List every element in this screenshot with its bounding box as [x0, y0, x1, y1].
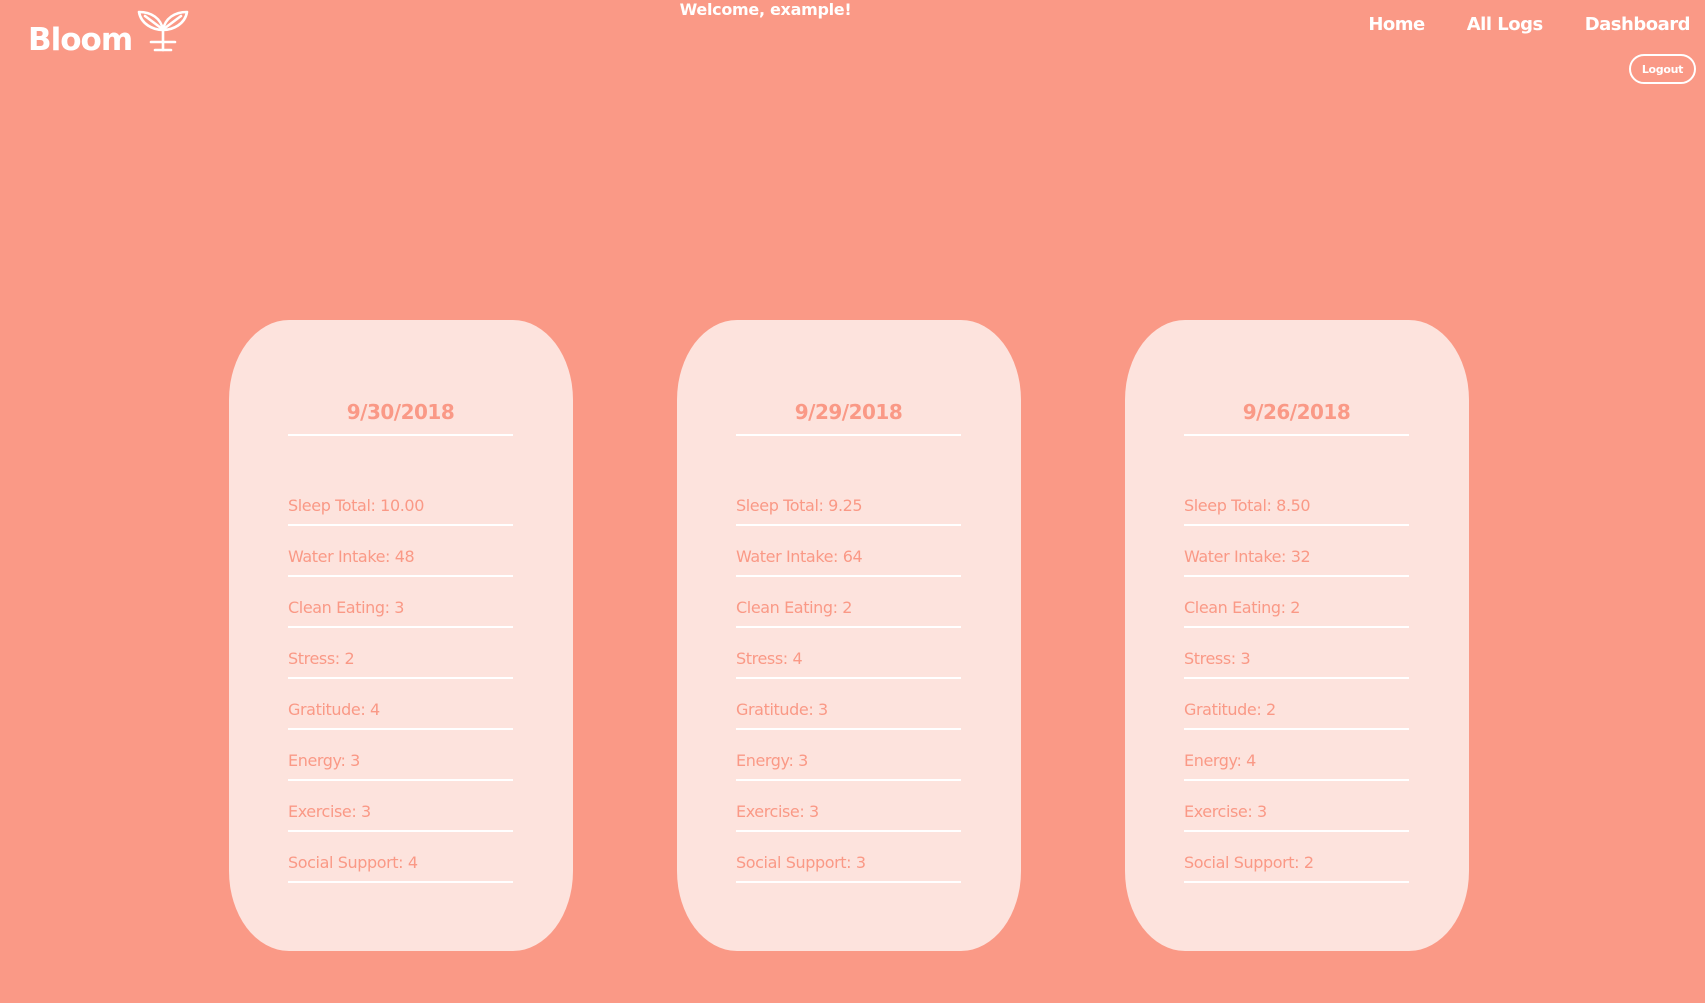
stat-stress: Stress: 4 — [736, 630, 961, 679]
logo-text: Bloom — [28, 22, 133, 58]
stat-exercise: Exercise: 3 — [1184, 783, 1409, 832]
stat-sleep-total: Sleep Total: 8.50 — [1184, 479, 1409, 526]
stat-energy: Energy: 3 — [736, 732, 961, 781]
log-date: 9/29/2018 — [736, 400, 961, 436]
stat-stress: Stress: 3 — [1184, 630, 1409, 679]
log-date: 9/30/2018 — [288, 400, 513, 436]
stat-gratitude: Gratitude: 4 — [288, 681, 513, 730]
log-stats-list: Sleep Total: 10.00 Water Intake: 48 Clea… — [288, 479, 513, 883]
stat-gratitude: Gratitude: 2 — [1184, 681, 1409, 730]
log-card: 9/30/2018 Sleep Total: 10.00 Water Intak… — [229, 320, 573, 951]
stat-water-intake: Water Intake: 48 — [288, 528, 513, 577]
stat-stress: Stress: 2 — [288, 630, 513, 679]
stat-clean-eating: Clean Eating: 2 — [736, 579, 961, 628]
stat-clean-eating: Clean Eating: 2 — [1184, 579, 1409, 628]
main-nav: Home All Logs Dashboard — [1368, 14, 1690, 35]
stat-energy: Energy: 3 — [288, 732, 513, 781]
stat-social-support: Social Support: 4 — [288, 834, 513, 883]
stat-sleep-total: Sleep Total: 9.25 — [736, 479, 961, 526]
welcome-message: Welcome, example! — [679, 0, 852, 19]
stat-social-support: Social Support: 2 — [1184, 834, 1409, 883]
stat-exercise: Exercise: 3 — [288, 783, 513, 832]
logout-button[interactable]: Logout — [1629, 54, 1696, 84]
stat-clean-eating: Clean Eating: 3 — [288, 579, 513, 628]
stat-water-intake: Water Intake: 32 — [1184, 528, 1409, 577]
nav-home[interactable]: Home — [1368, 14, 1425, 35]
stat-water-intake: Water Intake: 64 — [736, 528, 961, 577]
log-card: 9/29/2018 Sleep Total: 9.25 Water Intake… — [677, 320, 1021, 951]
stat-social-support: Social Support: 3 — [736, 834, 961, 883]
nav-all-logs[interactable]: All Logs — [1467, 14, 1543, 35]
stat-exercise: Exercise: 3 — [736, 783, 961, 832]
stat-gratitude: Gratitude: 3 — [736, 681, 961, 730]
log-card: 9/26/2018 Sleep Total: 8.50 Water Intake… — [1125, 320, 1469, 951]
log-stats-list: Sleep Total: 8.50 Water Intake: 32 Clean… — [1184, 479, 1409, 883]
log-date: 9/26/2018 — [1184, 400, 1409, 436]
stat-energy: Energy: 4 — [1184, 732, 1409, 781]
nav-dashboard[interactable]: Dashboard — [1585, 14, 1691, 35]
log-cards: 9/30/2018 Sleep Total: 10.00 Water Intak… — [229, 320, 1469, 951]
log-stats-list: Sleep Total: 9.25 Water Intake: 64 Clean… — [736, 479, 961, 883]
stat-sleep-total: Sleep Total: 10.00 — [288, 479, 513, 526]
